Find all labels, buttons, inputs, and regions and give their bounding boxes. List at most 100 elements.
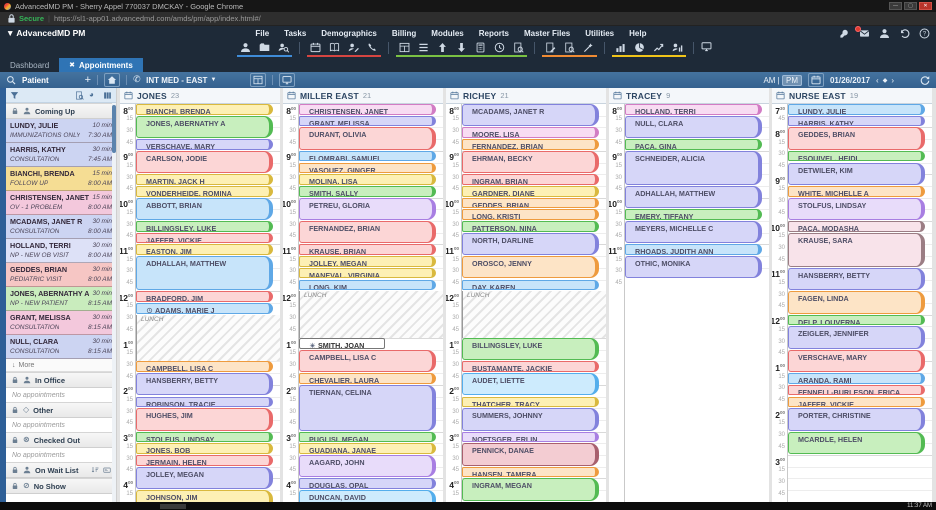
appointment-block[interactable]: NULL, CLARA (625, 116, 762, 138)
appointment-block[interactable]: DURANT, OLIVIA (299, 127, 436, 149)
appointment-block[interactable]: AUDET, LIETTE (462, 373, 599, 395)
appointment-block[interactable]: JOLLEY, MEGAN (136, 467, 273, 489)
taskbar-item[interactable] (160, 504, 186, 509)
schedule-canvas[interactable]: LUNDY, JULIEHARRIS, KATHYGEDDES, BRIANES… (788, 104, 932, 502)
sidebar-section-no-show[interactable]: ⊘No Show (6, 478, 116, 494)
url-text[interactable]: https://sl1-app01.advancedmd.com/amds/pm… (54, 14, 261, 23)
appointment-block[interactable]: JOHNSON, JIM (136, 490, 273, 502)
appointment-block[interactable]: ADAMS, MARIE J (136, 303, 273, 314)
menu-billing[interactable]: Billing (392, 29, 416, 38)
menu-file[interactable]: File (255, 29, 269, 38)
appointment-block[interactable]: VERSCHAVE, MARY (136, 139, 273, 150)
coming-up-appointment[interactable]: CHRISTENSEN, JANET15 minOV - 1 PROBLEM8:… (6, 191, 116, 215)
appointment-block[interactable]: MARTIN, JACK H (136, 174, 273, 185)
appointment-block[interactable]: JOLLEY, MEGAN (299, 256, 436, 267)
appointment-block[interactable]: HANSEN, TAMERA (462, 467, 599, 478)
appointment-block[interactable]: THATCHER, TRACY (462, 397, 599, 408)
admin-tools-icon[interactable] (839, 28, 850, 39)
appointment-block[interactable]: INGRAM, MEGAN (462, 478, 599, 500)
menu-utilities[interactable]: Utilities (585, 29, 614, 38)
appointment-block[interactable]: LONG, KRISTI (462, 209, 599, 220)
messages-icon[interactable] (859, 28, 870, 39)
coming-up-appointment[interactable]: MCADAMS, JANET R30 minCONSULTATION8:00 A… (6, 215, 116, 239)
scrollbar-thumb[interactable] (112, 105, 116, 153)
appointment-block[interactable]: NORTH, DARLINE (462, 233, 599, 255)
transaction-list-icon[interactable] (418, 42, 429, 53)
minimize-button[interactable]: — (889, 2, 902, 10)
appointment-block[interactable]: JONES, BOB (136, 443, 273, 454)
appointment-block[interactable]: NOFTSGER, ERLIN (462, 432, 599, 443)
provider-calendar-icon[interactable] (287, 91, 296, 100)
appointment-block[interactable]: GARDNER, DIANE (462, 186, 599, 197)
appointment-block[interactable]: FAGEN, LINDA (788, 291, 925, 313)
appointment-block[interactable]: OROSCO, JENNY (462, 256, 599, 278)
undo-icon[interactable] (899, 28, 910, 39)
appointment-block[interactable]: PUGLISI, MEGAN (299, 432, 436, 443)
appointment-block[interactable]: EMERY, TIFFANY (625, 209, 762, 220)
appointment-block[interactable]: FENNELL-BURLESON, ERICA (788, 385, 925, 396)
patient-information-icon[interactable] (240, 42, 251, 53)
appointment-block[interactable]: HOLLAND, TERRI (625, 104, 762, 115)
appointment-block[interactable]: ADHALLAH, MATTHEW (136, 256, 273, 290)
menu-demographics[interactable]: Demographics (321, 29, 377, 38)
secure-indicator[interactable]: Secure (6, 13, 44, 24)
appointment-block[interactable]: MCARDLE, HELEN (788, 432, 925, 454)
appointment-block[interactable]: VERSCHAVE, MARY (788, 350, 925, 372)
view-single-button[interactable] (250, 73, 266, 87)
schedule-canvas[interactable]: LUNCHCHRISTENSEN, JANETGRANT, MELISSADUR… (299, 104, 443, 502)
appointment-block[interactable]: MEYERS, MICHELLE C (625, 221, 762, 243)
schedule-canvas[interactable]: LUNCHBIANCHI, BRENDAJONES, ABERNATHY AVE… (136, 104, 280, 502)
add-patient-button[interactable]: + (85, 74, 91, 86)
support-monitor-icon[interactable] (701, 41, 712, 52)
graphs-bar-icon[interactable] (615, 42, 626, 53)
date-display[interactable]: 01/26/2017 (830, 76, 870, 85)
appointment-block[interactable]: AAGARD, JOHN (299, 455, 436, 477)
appointment-block[interactable]: EHRMAN, BECKY (462, 151, 599, 173)
patient-checkin-icon[interactable] (348, 42, 359, 53)
menu-modules[interactable]: Modules (431, 29, 463, 38)
appointment-block[interactable]: BUSTAMANTE, JACKIE (462, 361, 599, 372)
appointment-block[interactable]: JAFFER, VICKIE (136, 233, 273, 244)
coming-up-appointment[interactable]: HARRIS, KATHY30 minCONSULTATION7:45 AM (6, 143, 116, 167)
user-profile-icon[interactable] (879, 28, 890, 39)
appointment-block[interactable]: PACA, MODASHA (788, 221, 925, 232)
coming-up-appointment[interactable]: BIANCHI, BRENDA15 minFOLLOW UP8:00 AM (6, 167, 116, 191)
appointment-block[interactable]: GRANT, MELISSA (299, 116, 436, 127)
columns-icon[interactable] (103, 91, 112, 100)
appointment-block[interactable]: HANSBERRY, BETTY (136, 373, 273, 395)
appointment-block[interactable]: RHOADS, JUDITH ANN (625, 244, 762, 255)
patient-lookup-icon[interactable] (278, 42, 289, 53)
sidebar-section-checked-out[interactable]: ⊗Checked Out (6, 432, 116, 448)
patient-charts-icon[interactable] (259, 42, 270, 53)
appointment-block[interactable]: HARRIS, KATHY (788, 116, 925, 127)
menu-master-files[interactable]: Master Files (524, 29, 570, 38)
column-header[interactable]: JONES23 (120, 88, 280, 104)
appointment-block[interactable]: MANEVAL, VIRGINIA (299, 268, 436, 279)
appointment-block[interactable]: JAFFER, VICKIE (788, 397, 925, 408)
appointment-block[interactable]: KRAUSE, SARA (788, 233, 925, 267)
provider-calendar-icon[interactable] (450, 91, 459, 100)
appointment-block[interactable]: BILLINGSLEY, LUKE (462, 338, 599, 360)
sort-icon[interactable] (91, 466, 99, 474)
appointment-block[interactable]: EASTON, JIM (136, 244, 273, 255)
appointment-block[interactable]: STOLFUS, LINDSAY (136, 432, 273, 443)
appointment-block[interactable]: BIANCHI, BRENDA (136, 104, 273, 115)
calendar-button[interactable] (808, 73, 824, 87)
appointment-block[interactable]: PENNICK, DANAE (462, 443, 599, 465)
maximize-button[interactable]: ▢ (904, 2, 917, 10)
home-button[interactable] (104, 73, 120, 87)
menu-tasks[interactable]: Tasks (284, 29, 306, 38)
today-button[interactable]: ◆ (883, 77, 888, 84)
appointment-block[interactable]: ARANDA, RAMI (788, 373, 925, 384)
appointment-block[interactable]: BRADFORD, JIM (136, 291, 273, 302)
schedule-canvas[interactable]: HOLLAND, TERRINULL, CLARAPACA, GINASCHNE… (625, 104, 769, 502)
refresh-button[interactable] (920, 75, 930, 85)
appointment-block[interactable]: PACA, GINA (625, 139, 762, 150)
upload-icon[interactable] (437, 42, 448, 53)
appointment-block[interactable]: HUGHES, JIM (136, 408, 273, 430)
column-header[interactable]: MILLER EAST21 (283, 88, 443, 104)
appointment-block[interactable]: JONES, ABERNATHY A (136, 116, 273, 138)
appointment-block[interactable]: CHEVALIER, LAURA (299, 373, 436, 384)
appointment-block[interactable]: TIERNAN, CELINA (299, 385, 436, 431)
calculator-icon[interactable] (475, 42, 486, 53)
